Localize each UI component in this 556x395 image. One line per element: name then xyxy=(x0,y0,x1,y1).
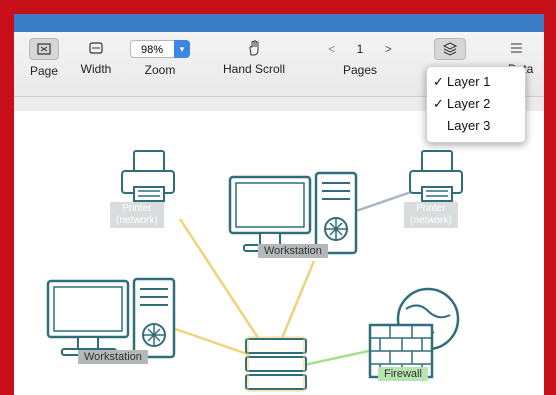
page-fit-button[interactable]: Page xyxy=(22,38,66,78)
checkmark-icon: ✓ xyxy=(433,96,444,111)
checkmark-icon: ✓ xyxy=(433,74,444,89)
workstation-top-icon[interactable] xyxy=(228,171,358,255)
page-number: 1 xyxy=(356,42,364,56)
pages-label: Pages xyxy=(342,63,378,77)
title-bar xyxy=(14,14,544,32)
list-icon xyxy=(502,38,530,58)
link-server-firewall xyxy=(303,347,379,367)
workstation-left-label: Workstation xyxy=(78,350,148,364)
printer-left-label: Printer (network) xyxy=(110,202,164,228)
hand-scroll-button[interactable]: Hand Scroll xyxy=(210,38,298,76)
zoom-label: Zoom xyxy=(144,63,176,77)
width-fit-button[interactable]: Width xyxy=(74,38,118,76)
firewall-label: Firewall xyxy=(378,367,428,381)
hand-icon xyxy=(240,38,268,58)
next-page-button[interactable]: > xyxy=(385,40,392,58)
link-workstation2-server xyxy=(163,323,251,357)
layer-3-menu-item[interactable]: Layer 3 xyxy=(427,115,525,137)
pages-control: < 1 > Pages xyxy=(318,40,402,77)
page-fit-label: Page xyxy=(29,64,59,78)
layers-dropdown-menu: ✓ Layer 1 ✓ Layer 2 Layer 3 xyxy=(426,66,526,143)
workstation-left-icon[interactable] xyxy=(46,277,176,359)
layers-button[interactable] xyxy=(432,38,468,64)
width-fit-icon xyxy=(82,38,110,58)
printer-right-icon[interactable] xyxy=(409,150,463,202)
layers-icon xyxy=(434,38,466,60)
hand-scroll-label: Hand Scroll xyxy=(222,62,286,76)
firewall-icon[interactable] xyxy=(368,287,460,379)
link-workstation-server xyxy=(278,260,316,344)
printer-left-icon[interactable] xyxy=(121,150,175,202)
layer-2-menu-item[interactable]: ✓ Layer 2 xyxy=(427,93,525,115)
zoom-control[interactable]: 98% ▾ Zoom xyxy=(126,40,194,77)
app-window: Page Width 98% ▾ Zoom Hand Scroll < 1 > … xyxy=(14,14,544,395)
zoom-value: 98% xyxy=(141,44,164,56)
chevron-down-icon[interactable]: ▾ xyxy=(174,40,190,58)
layer-1-menu-item[interactable]: ✓ Layer 1 xyxy=(427,71,525,93)
prev-page-button[interactable]: < xyxy=(328,40,335,58)
width-fit-label: Width xyxy=(80,62,112,76)
printer-right-label: Printer (network) xyxy=(404,202,458,228)
page-fit-icon xyxy=(29,38,59,60)
link-printer-server xyxy=(178,218,266,348)
server-rack-icon[interactable] xyxy=(245,336,307,392)
zoom-select[interactable]: 98% ▾ xyxy=(130,40,190,58)
workstation-top-label: Workstation xyxy=(258,244,328,258)
